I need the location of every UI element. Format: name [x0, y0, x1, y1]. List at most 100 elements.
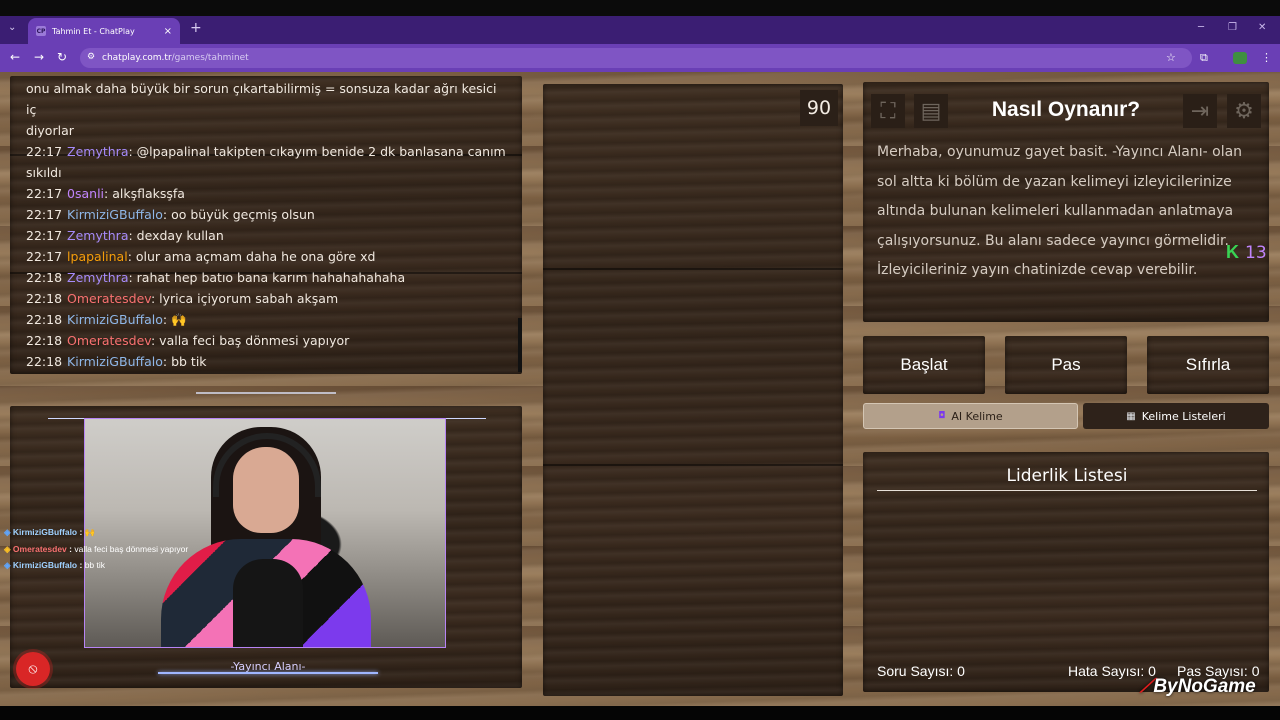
maximize-icon[interactable]: ❐: [1228, 22, 1237, 33]
chat-text: : lyrica içiyorum sabah akşam: [150, 291, 339, 306]
notes-icon[interactable]: ▤: [914, 94, 948, 128]
tab-search-icon[interactable]: ⌄: [8, 22, 16, 33]
browser-tab[interactable]: CP Tahmin Et - ChatPlay ×: [28, 18, 180, 44]
chat-message: 22:17 Zemythra: dexday kullan: [26, 225, 506, 246]
chat-username[interactable]: Omeratesdev: [67, 333, 151, 348]
leaderboard-divider: [877, 490, 1257, 491]
chat-username[interactable]: KirmiziGBuffalo: [67, 312, 163, 327]
chat-text: : alkşflaksşfa: [104, 186, 185, 201]
profile-avatar[interactable]: [1233, 52, 1247, 64]
chat-log: onu almak daha büyük bir sorun çıkartabi…: [26, 78, 506, 372]
chat-username[interactable]: 0sanli: [67, 186, 104, 201]
gear-icon[interactable]: ⚙: [1227, 94, 1261, 128]
how-to-title: Nasıl Oynanır?: [991, 98, 1141, 121]
chat-message: 22:17 Zemythra: @lpapalinal takipten cıka…: [26, 141, 506, 183]
chat-username[interactable]: KirmiziGBuffalo: [67, 354, 163, 369]
chat-time: 22:18: [26, 312, 63, 327]
overlay-separator: :: [77, 527, 85, 537]
chat-time: 22:17: [26, 144, 63, 159]
tab-word-lists[interactable]: ▦ Kelime Listeleri: [1083, 403, 1269, 429]
question-count-label: Soru Sayısı:: [877, 663, 954, 679]
browser-top-bar: [0, 0, 1280, 16]
chat-time: 22:18: [26, 270, 63, 285]
chat-text: : 🙌: [162, 312, 187, 327]
chat-message: 22:18 KirmiziGBuffalo: bb tik: [26, 351, 506, 372]
question-count-value: 0: [957, 663, 965, 679]
overlay-message: 🙌: [84, 527, 96, 537]
menu-dots-icon[interactable]: ⋮: [1261, 51, 1272, 64]
bookmark-star-icon[interactable]: ☆: [1166, 51, 1176, 64]
url-host: chatplay.com.tr: [102, 53, 172, 63]
chat-message: diyorlar: [26, 120, 506, 141]
chat-username[interactable]: Zemythra: [67, 228, 128, 243]
minimize-icon[interactable]: ─: [1198, 22, 1204, 33]
chat-username[interactable]: Omeratesdev: [67, 291, 151, 306]
reset-button[interactable]: Sıfırla: [1147, 336, 1269, 394]
streamer-area-underline: [158, 672, 378, 674]
chat-message: 22:17 lpapalinal: olur ama açmam daha he …: [26, 246, 506, 267]
extensions-icon[interactable]: ⧉: [1200, 51, 1208, 65]
kick-logo: K: [1226, 242, 1239, 262]
url-field[interactable]: ⚙ chatplay.com.tr/games/tahminet: [80, 48, 1192, 68]
streamer-shirt: [233, 559, 303, 647]
chat-text: : oo büyük geçmiş olsun: [162, 207, 315, 222]
url-path: /games/tahminet: [171, 53, 249, 63]
chat-time: 22:17: [26, 228, 63, 243]
chat-username[interactable]: Zemythra: [67, 144, 128, 159]
chat-message: 22:17 KirmiziGBuffalo: oo büyük geçmiş ol…: [26, 204, 506, 225]
chat-time: 22:17: [26, 186, 63, 201]
chat-message: 22:18 Zemythra: rahat hep batıo bana karı…: [26, 267, 506, 288]
chat-message: 22:18 Omeratesdev: lyrica içiyorum sabah …: [26, 288, 506, 309]
close-tab-icon[interactable]: ×: [164, 26, 172, 37]
favicon-icon: CP: [36, 26, 46, 36]
overlay-chat-line: ◈ KirmiziGBuffalo : bb tik: [4, 557, 188, 574]
user-badge-icon: ◈: [4, 543, 13, 554]
overlay-message: bb tik: [84, 560, 106, 570]
overlay-chat-line: ◈ KirmiziGBuffalo : 🙌: [4, 524, 188, 541]
chat-time: 22:17: [26, 249, 63, 264]
bottom-bar: [0, 706, 1280, 720]
chat-text: : olur ama açmam daha he ona göre xd: [127, 249, 376, 264]
chat-text: : rahat hep batıo bana karım hahahahahah…: [128, 270, 406, 285]
kick-viewer-badge: K 13: [1226, 242, 1267, 263]
chat-scrollbar[interactable]: [518, 318, 522, 372]
user-badge-icon: ◈: [4, 527, 13, 537]
plank-line: [543, 268, 843, 270]
leaderboard-title: Liderlik Listesi: [1006, 466, 1128, 486]
chat-message: 22:18 Omeratesdev: valla feci baş dönmesi…: [26, 330, 506, 351]
reload-icon[interactable]: ↻: [57, 50, 67, 64]
plank-line: [543, 464, 843, 466]
robot-icon: ◘: [938, 411, 946, 421]
record-stop-icon[interactable]: ⦸: [16, 652, 50, 686]
exit-icon[interactable]: ⇥: [1183, 94, 1217, 128]
chat-message: onu almak daha büyük bir sorun çıkartabi…: [26, 78, 506, 120]
forward-icon[interactable]: →: [34, 50, 44, 64]
start-button[interactable]: Başlat: [863, 336, 985, 394]
brand-mark: ⟋: [1140, 676, 1154, 697]
tab-title: Tahmin Et - ChatPlay: [52, 26, 135, 36]
pass-button[interactable]: Pas: [1005, 336, 1127, 394]
overlay-username: KirmiziGBuffalo: [12, 560, 78, 570]
new-tab-icon[interactable]: +: [190, 20, 202, 36]
list-icon: ▦: [1126, 410, 1136, 422]
chat-username[interactable]: lpapalinal: [67, 249, 128, 264]
tab-ai-word[interactable]: ◘ AI Kelime: [863, 403, 1078, 429]
window-close-icon[interactable]: ✕: [1258, 22, 1266, 33]
viewer-count: 13: [1245, 242, 1267, 263]
frame-ornament: [196, 392, 336, 394]
chat-text: onu almak daha büyük bir sorun çıkartabi…: [26, 81, 497, 117]
chat-username[interactable]: KirmiziGBuffalo: [67, 207, 163, 222]
bynogame-logo: ⟋ByNoGame: [1140, 676, 1256, 698]
error-count-label: Hata Sayısı:: [1068, 663, 1145, 679]
chat-text: : bb tik: [162, 354, 207, 369]
game-page: onu almak daha büyük bir sorun çıkartabi…: [0, 72, 1280, 706]
fullscreen-icon[interactable]: ⛶: [871, 94, 905, 128]
tab-strip: ⌄ +: [0, 16, 1280, 44]
how-to-text: Merhaba, oyunumuz gayet basit. -Yayıncı …: [877, 144, 1243, 279]
overlay-message: valla feci baş dönmesi yapıyor: [74, 543, 189, 554]
back-icon[interactable]: ←: [10, 50, 20, 64]
overlay-username: KirmiziGBuffalo: [12, 527, 78, 537]
site-info-icon[interactable]: ⚙: [87, 52, 95, 62]
chat-username[interactable]: Zemythra: [67, 270, 128, 285]
chat-time: 22:17: [26, 207, 63, 222]
